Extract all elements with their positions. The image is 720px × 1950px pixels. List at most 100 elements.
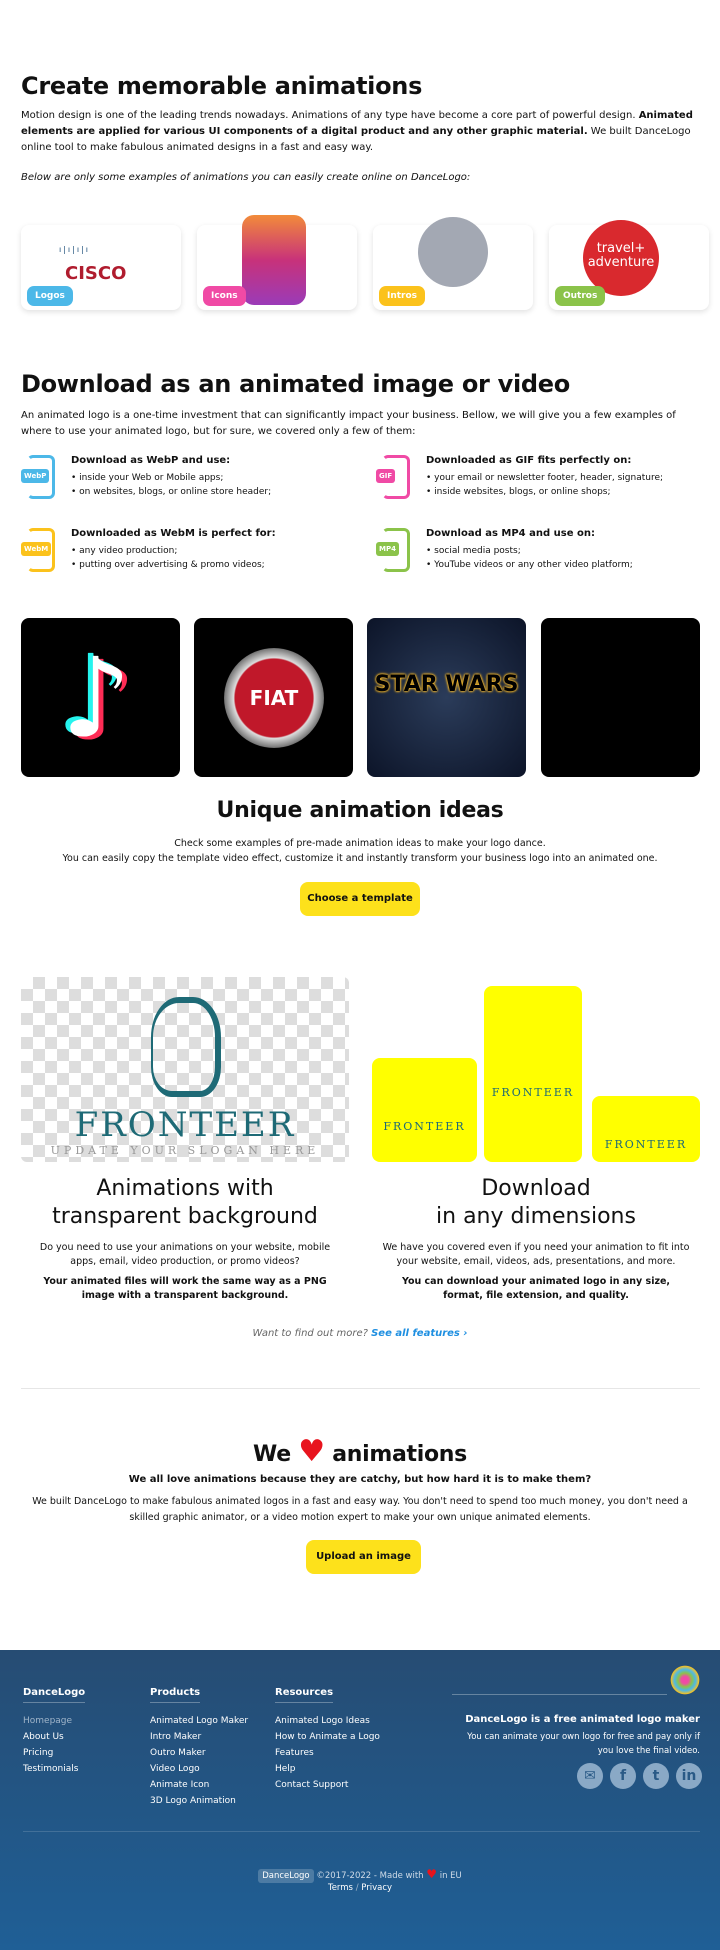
ideas-title: Unique animation ideas bbox=[216, 798, 504, 823]
dimensions-bold: You can download your animated logo in a… bbox=[401, 1276, 671, 1301]
transparent-sample: FRONTEER UPDATE YOUR SLOGAN HERE bbox=[21, 977, 349, 1162]
footer-divider bbox=[23, 1831, 700, 1832]
card-outros[interactable]: travel+ adventure Outros bbox=[549, 220, 709, 310]
transparent-block: Animations with transparent background D… bbox=[21, 1175, 349, 1303]
thumb-tiktok[interactable]: ♪ bbox=[21, 618, 180, 777]
heart-icon: ♥ bbox=[298, 1434, 325, 1469]
transparent-title-1: Animations with bbox=[96, 1176, 274, 1201]
footer-desc: You can animate your own logo for free a… bbox=[467, 1732, 700, 1756]
tag-intros: Intros bbox=[379, 286, 426, 306]
dimensions-title-2: in any dimensions bbox=[436, 1204, 636, 1229]
love-text: We built DanceLogo to make fabulous anim… bbox=[32, 1496, 688, 1523]
sample-brand: FRONTEER bbox=[74, 1105, 296, 1145]
intro-text: Motion design is one of the leading tren… bbox=[21, 110, 639, 121]
copyright-eu: in EU bbox=[439, 1871, 462, 1881]
terms-link[interactable]: Terms bbox=[328, 1883, 353, 1893]
footer-link-homepage[interactable]: Homepage bbox=[23, 1713, 85, 1729]
travel-adventure-logo: travel+ adventure bbox=[583, 220, 659, 296]
card-intros[interactable]: Intros bbox=[373, 217, 533, 310]
tag-icons: Icons bbox=[203, 286, 246, 306]
intro-note: Below are only some examples of animatio… bbox=[21, 172, 471, 183]
feature-bullet: • putting over advertising & promo video… bbox=[71, 560, 265, 570]
love-we: We bbox=[253, 1442, 291, 1467]
facebook-icon[interactable]: f bbox=[610, 1763, 636, 1789]
cisco-bars-icon: ı|ı|ı|ı bbox=[59, 245, 90, 254]
mail-icon[interactable]: ✉ bbox=[577, 1763, 603, 1789]
starwars-logo: STAR WARS bbox=[374, 672, 519, 697]
footer-link[interactable]: Outro Maker bbox=[150, 1745, 248, 1761]
download-title: Download as an animated image or video bbox=[21, 370, 570, 398]
transparent-text: Do you need to use your animations on yo… bbox=[39, 1242, 331, 1267]
footer-link[interactable]: 3D Logo Animation bbox=[150, 1793, 248, 1809]
feature-bullet: • on websites, blogs, or online store he… bbox=[71, 487, 272, 497]
tag-outros: Outros bbox=[555, 286, 606, 306]
tiktok-icon: ♪ bbox=[61, 634, 132, 762]
footer-link-about[interactable]: About Us bbox=[23, 1729, 85, 1745]
dancelogo-logo bbox=[670, 1662, 700, 1698]
footer-link[interactable]: Video Logo bbox=[150, 1761, 248, 1777]
footer-link[interactable]: Animated Logo Maker bbox=[150, 1713, 248, 1729]
footer-col-products: Products Animated Logo Maker Intro Maker… bbox=[150, 1680, 248, 1809]
footer-link[interactable]: How to Animate a Logo bbox=[275, 1729, 380, 1745]
thumb-fiat[interactable]: FIAT bbox=[194, 618, 353, 777]
upload-image-button[interactable]: Upload an image bbox=[306, 1540, 421, 1574]
heart-icon: ♥ bbox=[426, 1867, 438, 1881]
privacy-link[interactable]: Privacy bbox=[361, 1883, 392, 1893]
footer-link-testimonials[interactable]: Testimonials bbox=[23, 1761, 85, 1777]
feature-bullet: • social media posts; bbox=[426, 546, 521, 556]
copyright: DanceLogo ©2017-2022 - Made with ♥ in EU bbox=[0, 1867, 720, 1883]
square-sample: FRONTEER bbox=[372, 1058, 477, 1162]
linkedin-icon[interactable]: in bbox=[676, 1763, 702, 1789]
mp4-file-icon: MP4 bbox=[376, 528, 412, 572]
emblem-icon bbox=[418, 217, 488, 287]
feature-title: Download as WebP and use: bbox=[71, 455, 231, 466]
footer-link[interactable]: Contact Support bbox=[275, 1777, 380, 1793]
fiat-logo: FIAT bbox=[224, 648, 324, 748]
webm-file-icon: WebM bbox=[21, 528, 57, 572]
footer-link[interactable]: Help bbox=[275, 1761, 380, 1777]
footer-link[interactable]: Intro Maker bbox=[150, 1729, 248, 1745]
footer-link[interactable]: Animate Icon bbox=[150, 1777, 248, 1793]
footer-link[interactable]: Animated Logo Ideas bbox=[275, 1713, 380, 1729]
portrait-sample: FRONTEER bbox=[484, 986, 582, 1162]
divider bbox=[21, 1388, 700, 1389]
dimensions-text: We have you covered even if you need you… bbox=[382, 1242, 690, 1267]
transparent-bold: Your animated files will work the same w… bbox=[43, 1276, 327, 1301]
footer-rule bbox=[452, 1694, 667, 1695]
thumb-starwars[interactable]: STAR WARS bbox=[367, 618, 526, 777]
footer-link[interactable]: Features bbox=[275, 1745, 380, 1761]
footer-heading: Products bbox=[150, 1687, 201, 1703]
footer-col-resources: Resources Animated Logo Ideas How to Ani… bbox=[275, 1680, 380, 1793]
ideas-line-2: You can easily copy the template video e… bbox=[62, 853, 658, 864]
dimensions-block: Download in any dimensions We have you c… bbox=[372, 1175, 700, 1303]
thumb-black[interactable] bbox=[541, 618, 700, 777]
feature-title: Download as MP4 and use on: bbox=[426, 528, 595, 539]
feature-bullet: • your email or newsletter footer, heade… bbox=[426, 473, 664, 483]
feature-bullet: • inside websites, blogs, or online shop… bbox=[426, 487, 611, 497]
cisco-logo: CISCO bbox=[65, 263, 127, 284]
footer-brand-badge[interactable]: DanceLogo bbox=[258, 1869, 314, 1883]
card-icons[interactable]: Icons bbox=[197, 215, 357, 310]
find-more: Want to find out more? See all features … bbox=[0, 1328, 720, 1339]
love-rest: animations bbox=[332, 1442, 467, 1467]
download-paragraph: An animated logo is a one-time investmen… bbox=[21, 410, 676, 437]
card-logos[interactable]: ı|ı|ı|ı CISCO Logos bbox=[21, 225, 181, 310]
choose-template-button[interactable]: Choose a template bbox=[300, 882, 420, 916]
dimensions-title-1: Download bbox=[481, 1176, 591, 1201]
feature-bullet: • YouTube videos or any other video plat… bbox=[426, 560, 633, 570]
transparent-title-2: transparent background bbox=[52, 1204, 318, 1229]
twitter-icon[interactable]: t bbox=[643, 1763, 669, 1789]
footer-heading: Resources bbox=[275, 1687, 334, 1703]
feature-title: Downloaded as GIF fits perfectly on: bbox=[426, 455, 632, 466]
footer-link-pricing[interactable]: Pricing bbox=[23, 1745, 85, 1761]
legal-links: Terms / Privacy bbox=[0, 1883, 720, 1893]
tag-logos: Logos bbox=[27, 286, 73, 306]
gif-file-icon: GIF bbox=[376, 455, 412, 499]
see-all-features-link[interactable]: See all features › bbox=[371, 1328, 467, 1339]
intro-paragraph: Motion design is one of the leading tren… bbox=[21, 108, 701, 156]
instagram-icon bbox=[242, 215, 306, 305]
footer-tagline: DanceLogo is a free animated logo maker bbox=[465, 1714, 700, 1725]
legal-separator: / bbox=[355, 1883, 359, 1893]
feature-title: Downloaded as WebM is perfect for: bbox=[71, 528, 276, 539]
page-title: Create memorable animations bbox=[21, 72, 423, 100]
